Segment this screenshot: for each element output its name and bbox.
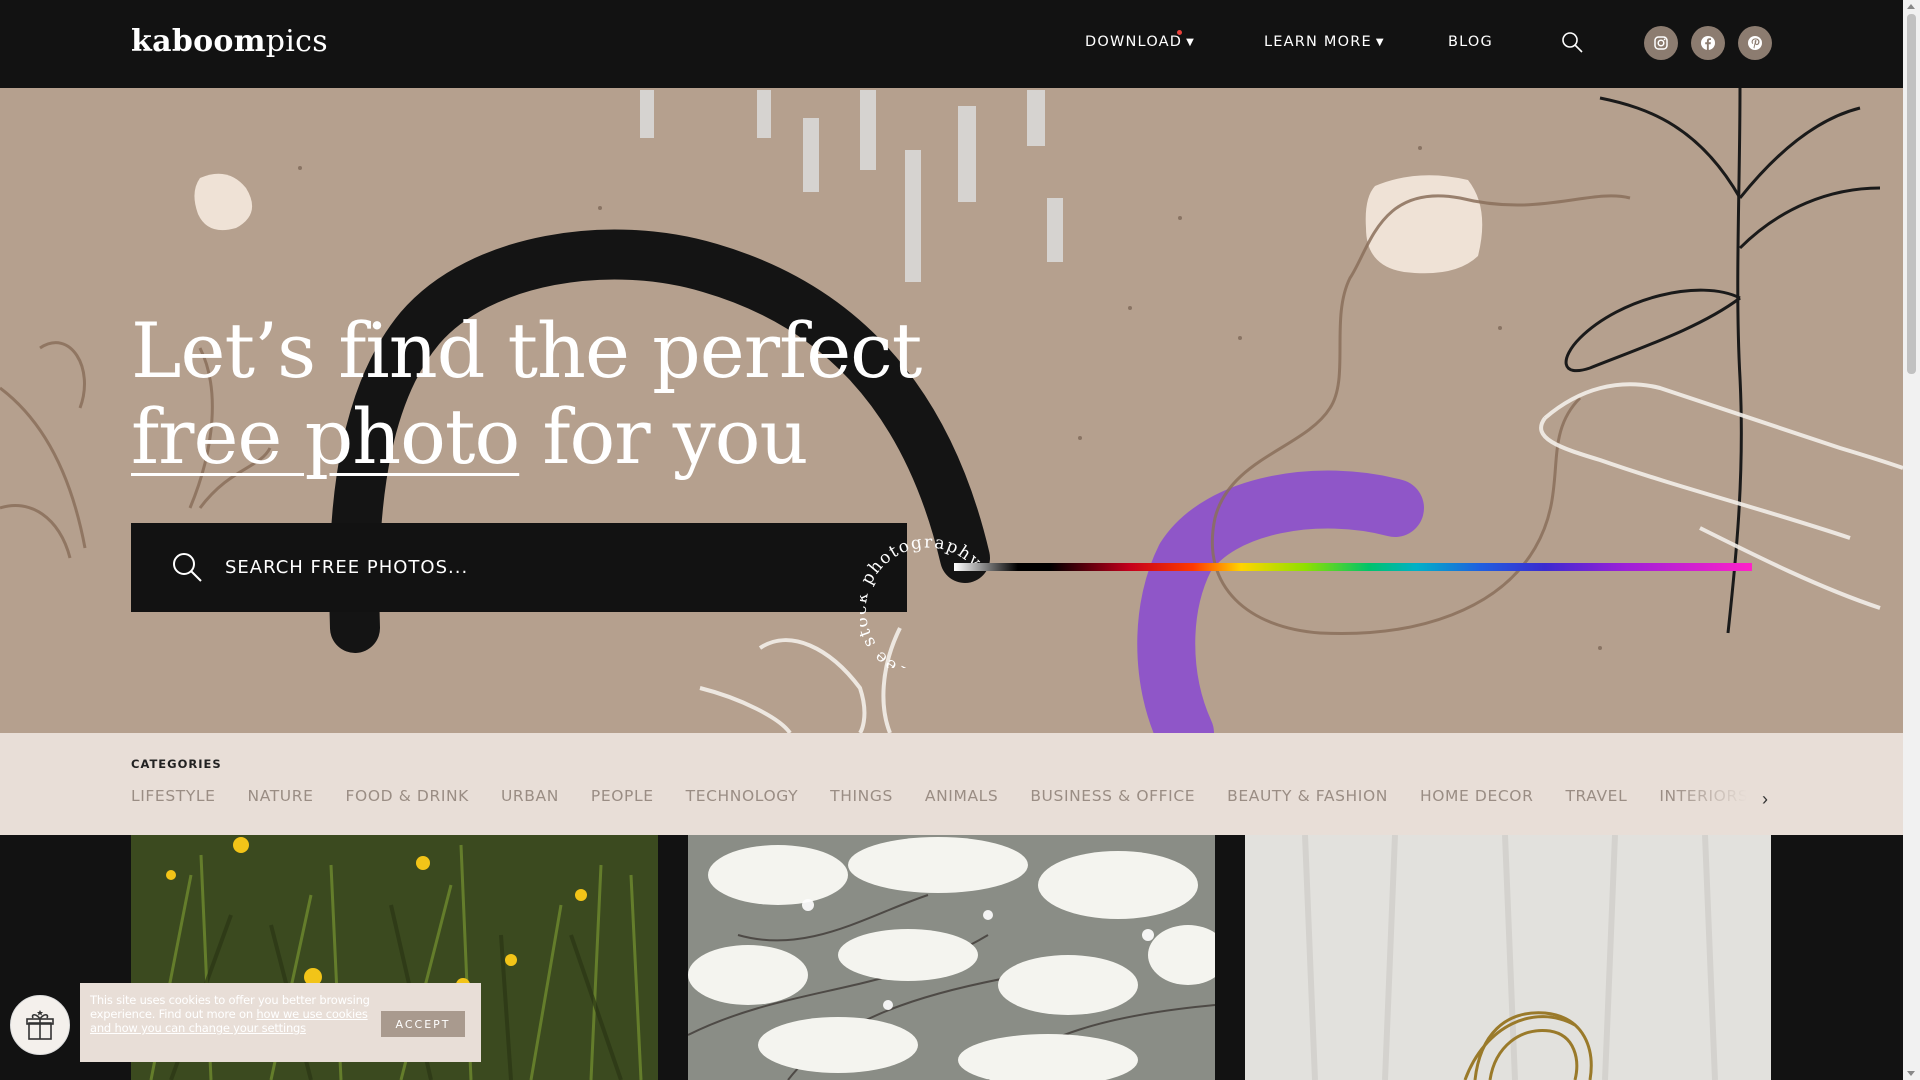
hero-title: Let’s find the perfect free photo for yo… [131,306,922,481]
cookie-accept-button[interactable]: ACCEPT [381,1011,465,1037]
search-icon [171,551,203,588]
nav-blog-label: BLOG [1448,34,1493,50]
circular-badge-text: free stock photography [860,533,984,668]
category-beauty-fashion[interactable]: BEAUTY & FASHION [1227,787,1388,805]
category-food-drink[interactable]: FOOD & DRINK [346,787,469,805]
hero-title-line1: Let’s find the perfect [131,306,922,395]
categories-bar: CATEGORIES LIFESTYLE NATURE FOOD & DRINK UR… [0,733,1903,835]
scrollbar-thumb[interactable] [1907,14,1916,374]
search-icon[interactable] [1560,30,1586,56]
category-home-decor[interactable]: HOME DECOR [1420,787,1533,805]
hero-section: Let’s find the perfect free photo for yo… [0,88,1903,733]
nav-download-label: DOWNLOAD [1085,34,1183,50]
scroll-up-icon[interactable] [1907,4,1915,9]
svg-text:free stock photography: free stock photography [860,533,986,668]
category-lifestyle[interactable]: LIFESTYLE [131,787,216,805]
hero-title-rest: for you [519,392,808,481]
cookie-banner: This site uses cookies to offer you bett… [80,983,481,1062]
hero-search-box[interactable] [131,523,907,612]
hero-search-input[interactable] [225,523,885,612]
nav-blog[interactable]: BLOG [1448,34,1493,50]
notification-dot [1177,30,1182,35]
category-nature[interactable]: NATURE [248,787,314,805]
category-business-office[interactable]: BUSINESS & OFFICE [1030,787,1195,805]
category-travel[interactable]: TRAVEL [1565,787,1627,805]
nav-learn-more-label: LEARN MORE [1264,34,1372,50]
nav-learn-more[interactable]: LEARN MORE ▼ [1264,34,1385,50]
category-technology[interactable]: TECHNOLOGY [686,787,799,805]
chevron-down-icon: ▼ [1375,37,1385,48]
site-header: kaboompics DOWNLOAD ▼ LEARN MORE ▼ BLOG [0,0,1903,88]
chevron-down-icon: ▼ [1186,37,1196,48]
scroll-down-icon[interactable] [1907,1071,1915,1076]
nav-download[interactable]: DOWNLOAD ▼ [1085,30,1196,50]
color-filter-bar[interactable] [954,563,1752,571]
pinterest-icon[interactable] [1738,26,1772,60]
photo-cloth-ring [1245,835,1771,1080]
site-logo[interactable]: kaboompics [131,24,328,59]
categories-title: CATEGORIES [131,757,222,771]
circular-badge: free stock photography [860,533,986,668]
category-urban[interactable]: URBAN [501,787,559,805]
category-animals[interactable]: ANIMALS [925,787,998,805]
category-things[interactable]: THINGS [830,787,893,805]
category-interiors[interactable]: INTERIORS [1659,787,1748,805]
photo-blossom [688,835,1215,1080]
instagram-icon[interactable] [1644,26,1678,60]
chevron-right-icon[interactable]: › [1755,789,1775,809]
categories-list: LIFESTYLE NATURE FOOD & DRINK URBAN PEOPLE TE… [131,787,1761,811]
category-people[interactable]: PEOPLE [591,787,654,805]
scrollbar[interactable] [1903,0,1920,1080]
cookie-text: This site uses cookies to offer you bett… [90,993,380,1035]
gift-box-icon[interactable] [10,995,70,1055]
photo-card-blossom[interactable] [688,835,1215,1080]
facebook-icon[interactable] [1691,26,1725,60]
hero-title-highlight: free photo [131,392,520,481]
photo-card-cloth-ring[interactable] [1245,835,1771,1080]
